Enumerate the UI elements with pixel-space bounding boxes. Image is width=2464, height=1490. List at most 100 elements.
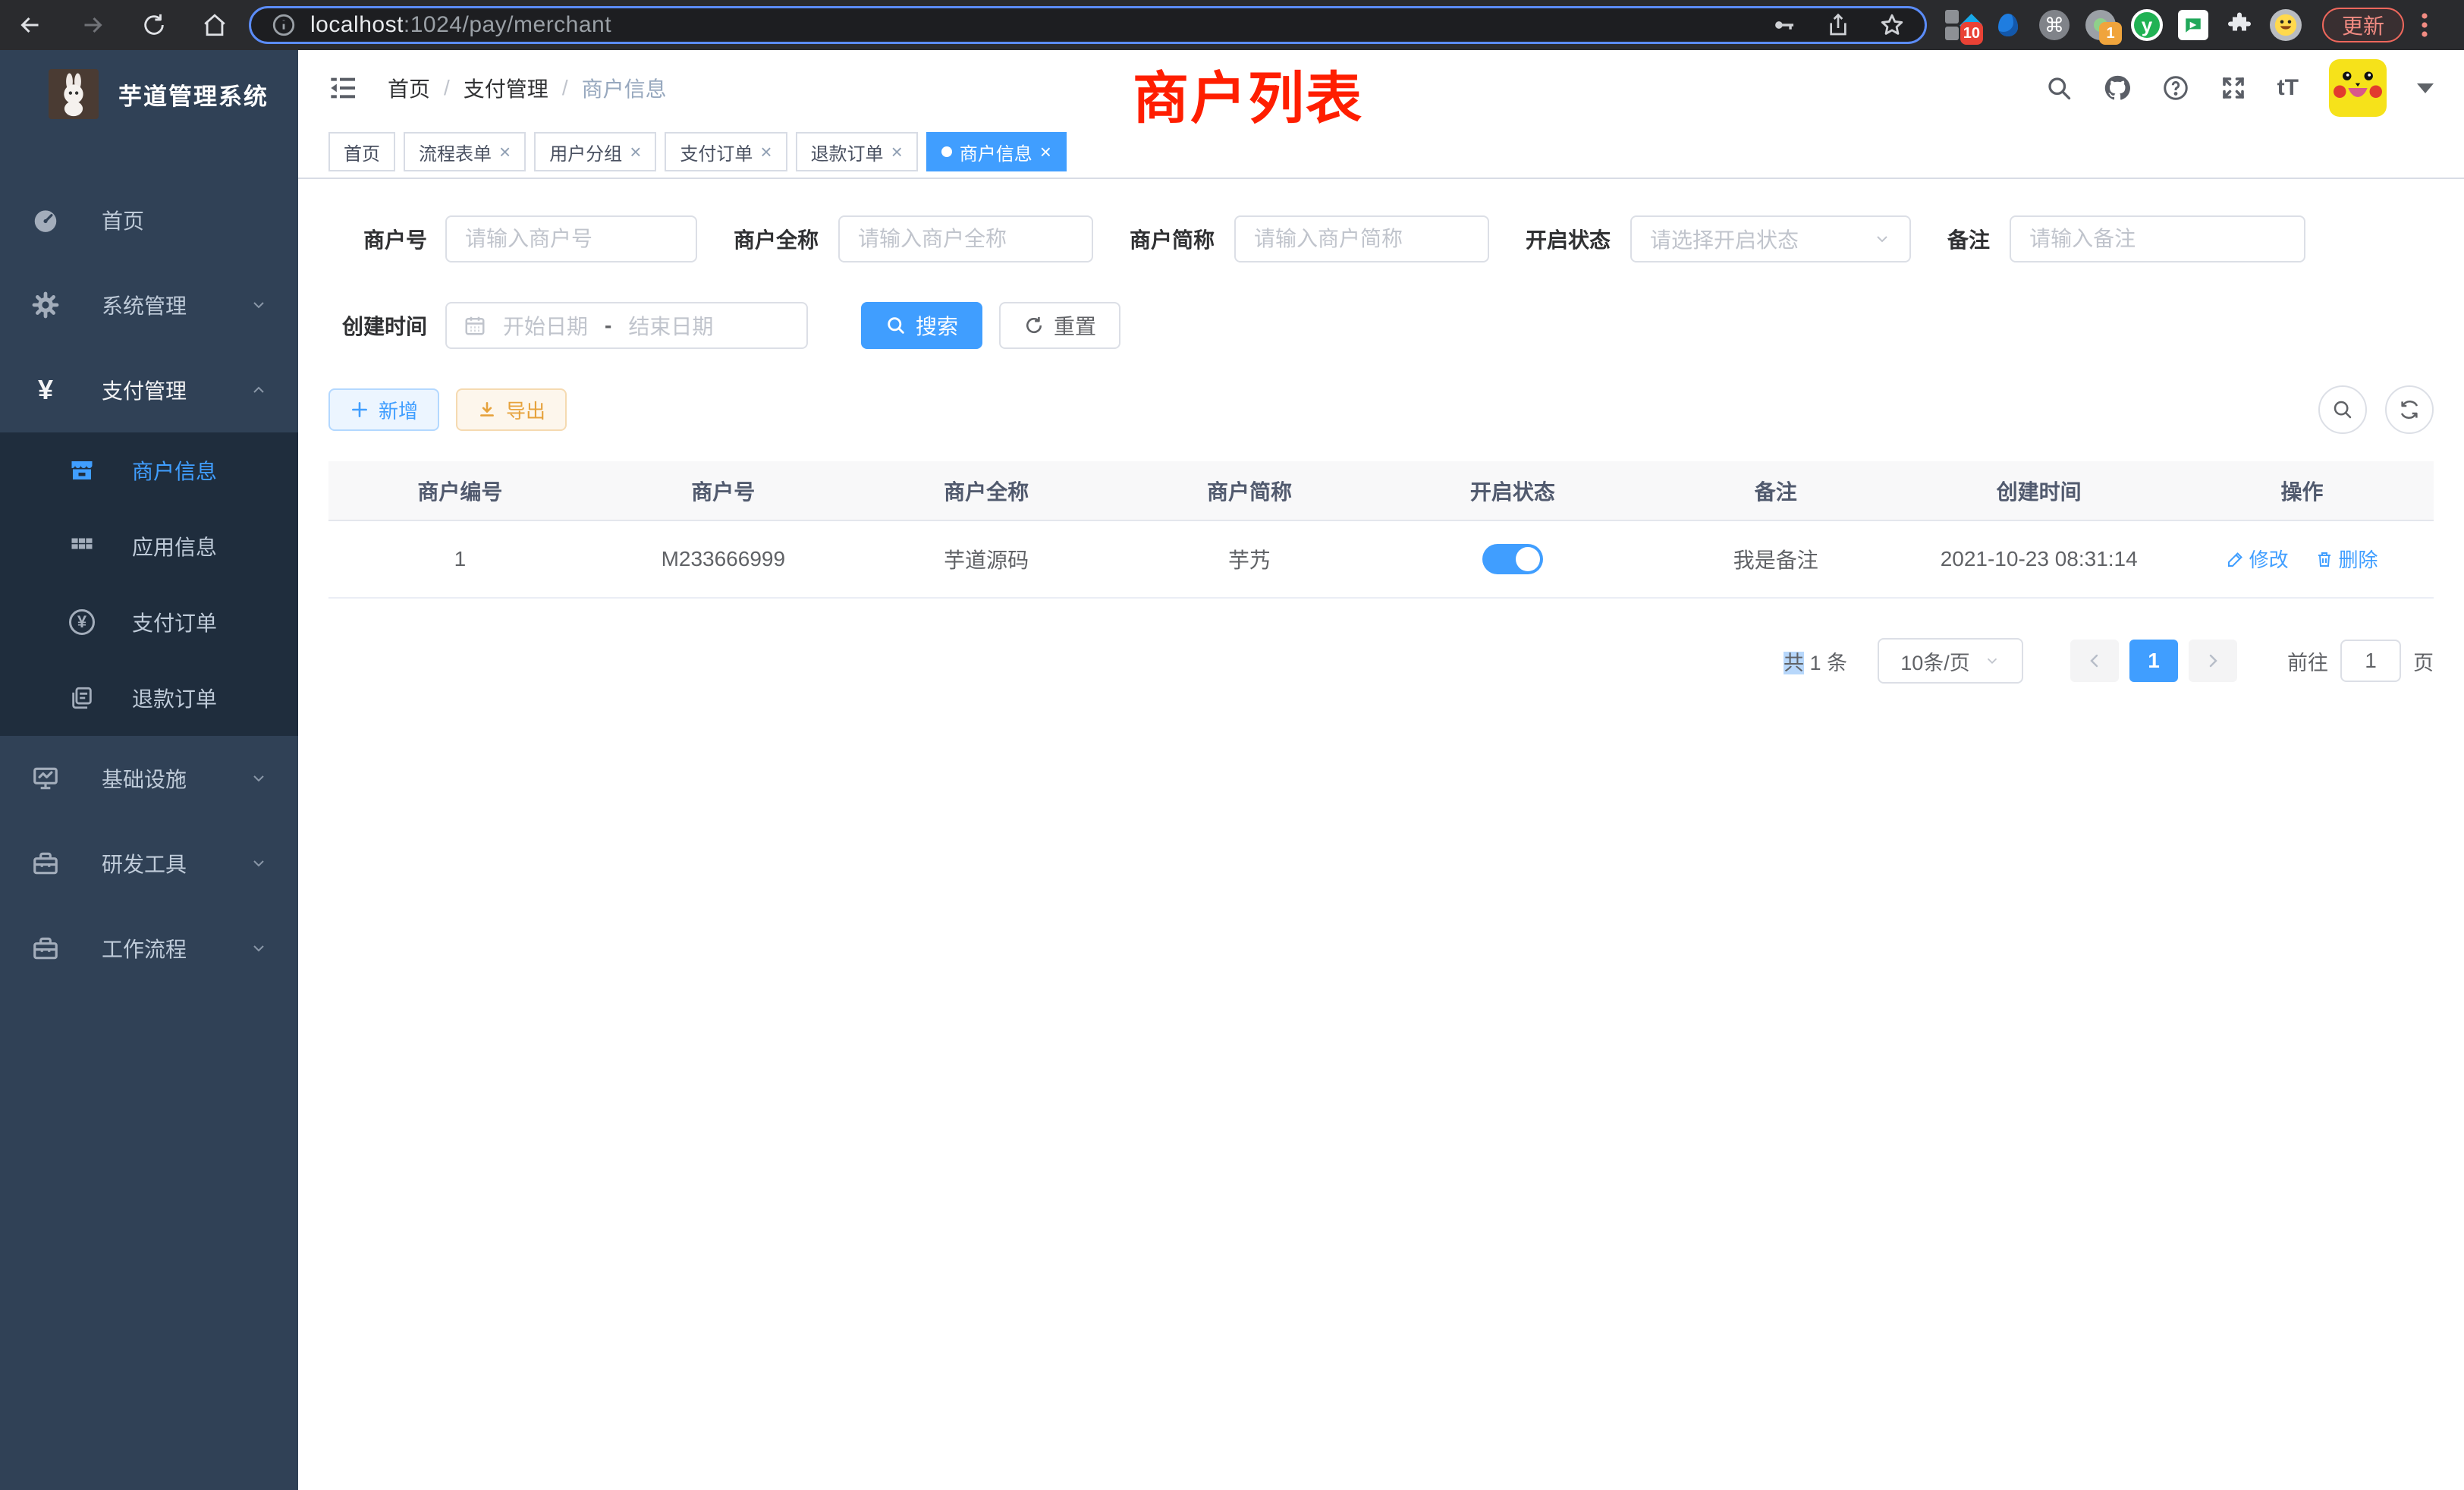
grid-table-icon [67, 533, 97, 560]
status-toggle[interactable] [1482, 544, 1543, 574]
back-icon[interactable] [17, 11, 44, 39]
sidebar-item-refund-order[interactable]: 退款订单 [0, 660, 298, 736]
search-button[interactable]: 搜索 [861, 302, 982, 349]
date-separator: - [605, 313, 611, 338]
cell-merchant-no: M233666999 [592, 520, 855, 598]
chat-extension-icon[interactable] [2176, 8, 2210, 42]
col-remark: 备注 [1644, 461, 1907, 520]
sidebar-item-home[interactable]: 首页 [0, 178, 298, 262]
reset-button[interactable]: 重置 [999, 302, 1120, 349]
table-toolbar: 新增 导出 [328, 385, 2434, 434]
breadcrumb-pay[interactable]: 支付管理 [464, 73, 548, 103]
sidebar-item-system[interactable]: 系统管理 [0, 262, 298, 347]
merchant-short-input[interactable] [1234, 215, 1489, 262]
tab-refund-order[interactable]: 退款订单× [796, 132, 918, 171]
tab-merchant-info[interactable]: 商户信息× [926, 132, 1067, 171]
toggle-search-button[interactable] [2318, 385, 2367, 434]
github-icon[interactable] [2103, 74, 2132, 102]
breadcrumb: 首页 / 支付管理 / 商户信息 [388, 73, 667, 103]
breadcrumb-separator: / [562, 76, 568, 100]
bookmark-star-icon[interactable] [1879, 12, 1905, 38]
remark-input[interactable] [2010, 215, 2305, 262]
home-icon[interactable] [202, 12, 228, 38]
close-icon[interactable]: × [1040, 142, 1051, 162]
sidebar-item-dev-tools[interactable]: 研发工具 [0, 821, 298, 906]
date-range-picker[interactable]: 开始日期 - 结束日期 [445, 302, 808, 349]
breadcrumb-home[interactable]: 首页 [388, 73, 430, 103]
prev-page-button[interactable] [2070, 640, 2119, 682]
info-icon[interactable] [271, 12, 297, 38]
download-icon [477, 400, 497, 420]
emoji-avatar-icon[interactable] [2269, 8, 2302, 42]
trash-icon [2315, 550, 2334, 568]
sidebar-item-app-info[interactable]: 应用信息 [0, 508, 298, 584]
puzzle-extensions-icon[interactable] [2223, 8, 2256, 42]
goto-label: 前往 [2287, 646, 2328, 676]
close-icon[interactable]: × [760, 142, 772, 162]
avatar-caret-icon[interactable] [2417, 83, 2434, 93]
page-number-button[interactable]: 1 [2129, 640, 2178, 682]
url-text: localhost:1024/pay/merchant [310, 12, 611, 38]
table-header-row: 商户编号 商户号 商户全称 商户简称 开启状态 备注 创建时间 操作 [328, 461, 2434, 520]
pagination: 共 1 条 10条/页 1 前往 页 [328, 638, 2434, 684]
tab-pay-order[interactable]: 支付订单× [665, 132, 787, 171]
sidebar-item-pay-order[interactable]: ¥ 支付订单 [0, 584, 298, 660]
documents-icon [67, 685, 97, 711]
next-page-button[interactable] [2189, 640, 2237, 682]
col-status: 开启状态 [1381, 461, 1645, 520]
sidebar-item-workflow[interactable]: 工作流程 [0, 906, 298, 991]
sidebar-item-label: 系统管理 [102, 290, 187, 320]
tab-user-group[interactable]: 用户分组× [534, 132, 656, 171]
sidebar-item-merchant-info[interactable]: 商户信息 [0, 432, 298, 508]
app-logo[interactable]: 芋道管理系统 [0, 50, 298, 138]
red-annotation-title: 商户列表 [1133, 53, 1363, 134]
key-icon[interactable] [1771, 12, 1797, 38]
goto-page-input[interactable] [2340, 640, 2401, 682]
tab-process-form[interactable]: 流程表单× [404, 132, 526, 171]
export-button[interactable]: 导出 [456, 388, 567, 431]
font-size-icon[interactable]: tT [2277, 75, 2299, 101]
delete-link[interactable]: 删除 [2315, 545, 2378, 573]
y-logo-extension-icon[interactable]: y [2130, 8, 2164, 42]
sidebar-item-label: 支付管理 [102, 375, 187, 405]
merchant-no-label: 商户号 [328, 224, 427, 254]
date-end-placeholder[interactable]: 结束日期 [628, 310, 713, 341]
add-button[interactable]: 新增 [328, 388, 439, 431]
gem-extension-icon[interactable] [1991, 8, 2025, 42]
browser-menu-icon[interactable] [2419, 11, 2430, 39]
search-icon[interactable] [2045, 74, 2073, 102]
edit-link[interactable]: 修改 [2227, 545, 2289, 573]
help-icon[interactable] [2162, 74, 2189, 102]
page-content: 商户号 商户全称 商户简称 开启状态 请选择开启状态 [298, 179, 2464, 1490]
merchant-no-input[interactable] [445, 215, 697, 262]
forward-icon[interactable] [79, 11, 106, 39]
sidebar-collapse-icon[interactable] [328, 73, 359, 103]
chrome-update-button[interactable]: 更新 [2322, 8, 2404, 42]
status-select[interactable]: 请选择开启状态 [1630, 215, 1911, 262]
page-size-select[interactable]: 10条/页 [1878, 638, 2023, 684]
close-icon[interactable]: × [630, 142, 641, 162]
sidebar-item-label: 支付订单 [132, 607, 217, 637]
date-start-placeholder[interactable]: 开始日期 [503, 310, 588, 341]
app-title: 芋道管理系统 [118, 77, 269, 112]
yen-circle-icon: ¥ [67, 609, 97, 635]
sidebar-item-infra[interactable]: 基础设施 [0, 736, 298, 821]
url-bar[interactable]: localhost:1024/pay/merchant [249, 6, 1927, 44]
close-icon[interactable]: × [499, 142, 511, 162]
merchant-name-input[interactable] [838, 215, 1093, 262]
close-icon[interactable]: × [891, 142, 903, 162]
profile-extension-icon[interactable]: 1 [2084, 8, 2117, 42]
sidebar-item-pay[interactable]: ¥ 支付管理 [0, 347, 298, 432]
share-icon[interactable] [1826, 12, 1850, 38]
refresh-table-button[interactable] [2385, 385, 2434, 434]
monitor-icon [30, 764, 61, 793]
create-time-label: 创建时间 [328, 310, 427, 341]
chevron-down-icon [1984, 652, 2000, 669]
cell-merchant-name: 芋道源码 [855, 520, 1118, 598]
tab-home[interactable]: 首页 [328, 132, 395, 171]
command-extension-icon[interactable]: ⌘ [2038, 8, 2071, 42]
user-avatar[interactable] [2329, 59, 2387, 117]
reload-icon[interactable] [141, 12, 167, 38]
blocks-extension-icon[interactable]: 10 [1945, 8, 1978, 42]
fullscreen-icon[interactable] [2220, 74, 2247, 102]
